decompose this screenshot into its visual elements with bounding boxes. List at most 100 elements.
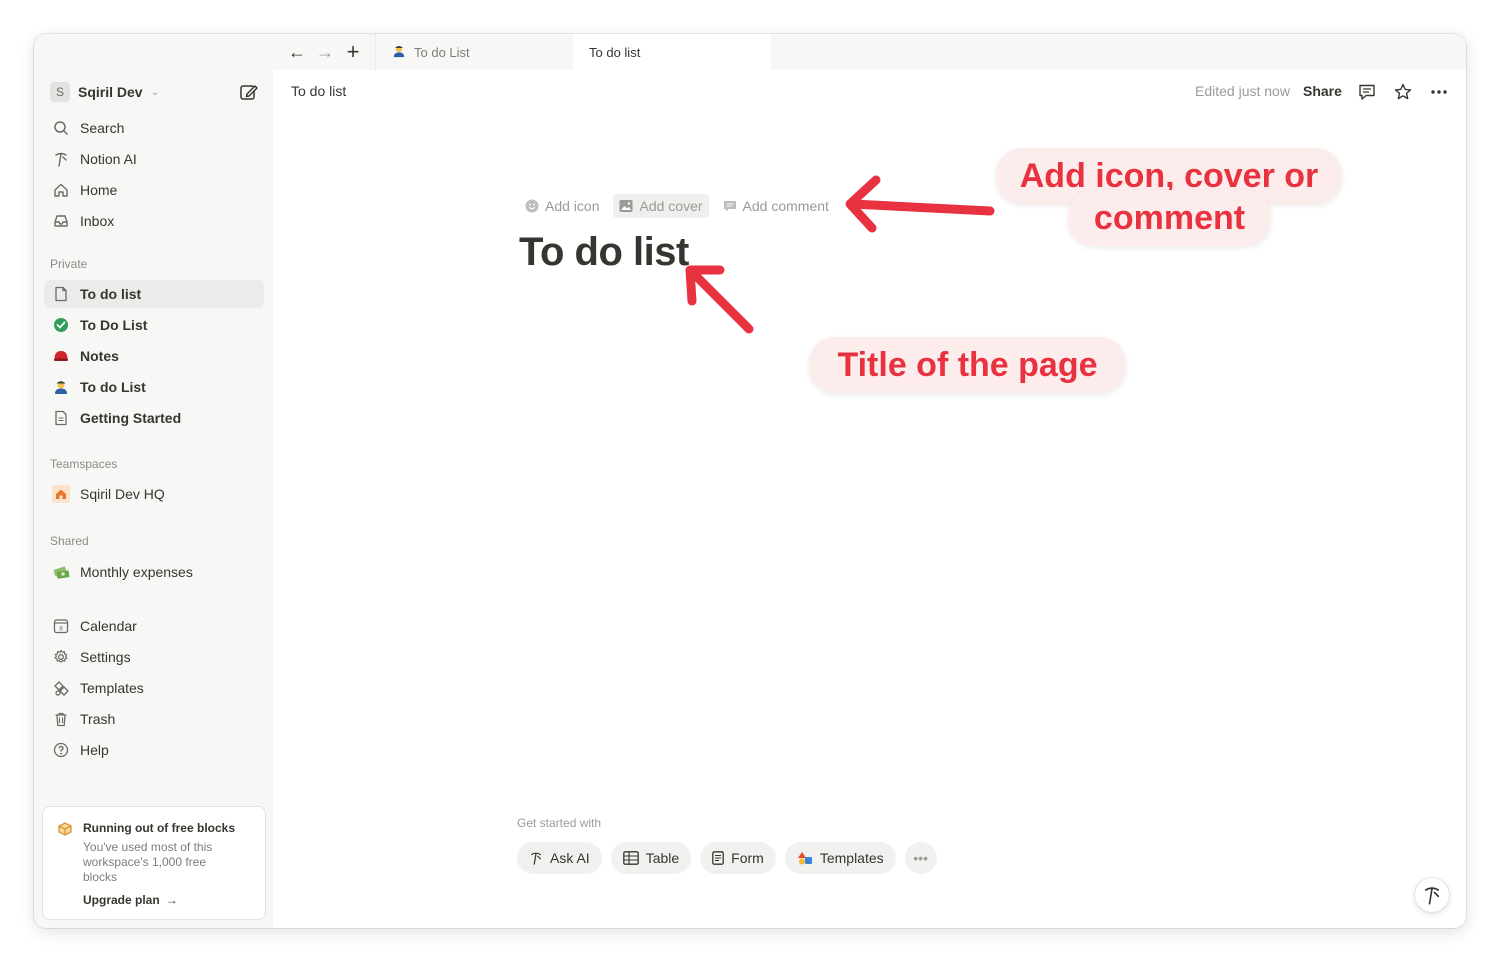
edited-status: Edited just now (1195, 83, 1290, 99)
calendar-icon: 8 (52, 617, 70, 635)
sidebar-item-label: Help (80, 742, 109, 758)
sidebar-item-notion-ai[interactable]: Notion AI (44, 145, 264, 173)
get-started-label: Get started with (517, 816, 602, 830)
ellipsis-icon (1431, 90, 1447, 94)
workspace-switcher[interactable]: S Sqiril Dev ⌄ (50, 81, 159, 103)
table-icon (622, 851, 639, 865)
house-icon (52, 485, 70, 503)
table-label: Table (645, 850, 680, 866)
tab-to-do-list-active[interactable]: To do list (573, 34, 771, 70)
help-icon (52, 741, 70, 759)
tab-bar: ← → + To do List To do list (273, 34, 1466, 70)
sidebar-item-trash[interactable]: Trash (44, 705, 264, 733)
page-title[interactable]: To do list (519, 230, 689, 275)
notion-ai-button[interactable] (1414, 877, 1450, 913)
sidebar-item-templates[interactable]: Templates (44, 674, 264, 702)
add-comment-button[interactable]: Add comment (717, 194, 835, 218)
sidebar-item-label: Notion AI (80, 151, 137, 167)
ask-ai-button[interactable]: Ask AI (517, 842, 602, 874)
sidebar-item-label: To Do List (80, 317, 148, 333)
sidebar-item-sqiril-dev-hq[interactable]: Sqiril Dev HQ (44, 480, 264, 508)
new-tab-button[interactable]: + (343, 39, 363, 64)
sidebar: S Sqiril Dev ⌄ Search Notion AI Home Inb… (34, 34, 273, 928)
sidebar-item-inbox[interactable]: Inbox (44, 207, 264, 235)
add-cover-button[interactable]: Add cover (613, 194, 709, 218)
arrow-right-icon: → (165, 893, 178, 907)
table-button[interactable]: Table (610, 842, 692, 874)
page-actions: Add icon Add cover Add comment (519, 192, 835, 220)
person-emoji-icon (392, 44, 406, 61)
sidebar-item-getting-started[interactable]: Getting Started (44, 404, 264, 432)
sidebar-item-label: Sqiril Dev HQ (80, 486, 165, 502)
sidebar-item-notes[interactable]: Notes (44, 342, 264, 370)
sidebar-item-label: Trash (80, 711, 116, 727)
add-icon-button[interactable]: Add icon (519, 194, 605, 218)
tab-label: To do List (414, 44, 470, 60)
inbox-icon (52, 212, 70, 230)
back-button[interactable]: ← (287, 42, 307, 62)
upgrade-plan-link[interactable]: Upgrade plan → (83, 893, 178, 907)
comments-button[interactable] (1356, 81, 1378, 103)
templates-label: Templates (819, 850, 884, 866)
add-cover-label: Add cover (639, 198, 703, 214)
workspace-avatar: S (50, 82, 70, 102)
sidebar-item-help[interactable]: Help (44, 736, 264, 764)
arrow-left-icon: ← (288, 41, 306, 62)
image-icon (619, 200, 633, 212)
sidebar-item-label: Inbox (80, 213, 115, 229)
tab-label: To do list (589, 44, 641, 60)
templates-button[interactable]: Templates (784, 842, 896, 874)
breadcrumb[interactable]: To do list (291, 83, 346, 99)
sidebar-item-label: To do list (80, 286, 142, 302)
check-circle-icon (52, 316, 70, 334)
get-started-options: Ask AI Table Form Templates ••• (517, 842, 937, 874)
sidebar-item-settings[interactable]: Settings (44, 643, 264, 671)
new-page-button[interactable] (238, 81, 260, 103)
svg-text:8: 8 (59, 626, 63, 633)
notion-ai-icon (531, 852, 541, 865)
more-options-button[interactable] (1428, 81, 1450, 103)
person-emoji-icon (52, 378, 70, 396)
search-icon (52, 119, 70, 137)
star-icon (1394, 83, 1412, 100)
upgrade-card: Running out of free blocks You've used m… (42, 806, 266, 920)
sidebar-item-search[interactable]: Search (44, 114, 264, 142)
tab-to-do-list[interactable]: To do List (375, 34, 573, 70)
plus-icon: + (346, 39, 360, 64)
upgrade-card-body: You've used most of this workspace's 1,0… (83, 840, 213, 884)
notion-ai-icon (1424, 887, 1440, 905)
red-dome-icon (52, 347, 70, 365)
ask-ai-label: Ask AI (550, 850, 590, 866)
page-icon (52, 409, 70, 427)
comment-icon (723, 201, 736, 212)
templates-color-icon (797, 852, 812, 865)
sidebar-item-label: Calendar (80, 618, 137, 634)
chevron-down-icon: ⌄ (150, 86, 159, 98)
arrow-right-icon: → (316, 41, 334, 62)
comment-icon (1359, 84, 1375, 100)
sidebar-item-calendar[interactable]: 8 Calendar (44, 612, 264, 640)
form-icon (712, 851, 725, 865)
section-label-private: Private (50, 257, 88, 271)
sidebar-item-label: Notes (80, 348, 119, 364)
compose-icon (240, 85, 258, 100)
page-icon (52, 285, 70, 303)
ellipsis-icon: ••• (913, 850, 928, 866)
forward-button[interactable]: → (315, 42, 335, 62)
upgrade-plan-label: Upgrade plan (83, 893, 160, 907)
more-options-button[interactable]: ••• (904, 842, 937, 874)
blocks-warning-icon (57, 821, 73, 842)
share-button[interactable]: Share (1303, 83, 1342, 99)
favorite-button[interactable] (1392, 81, 1414, 103)
form-button[interactable]: Form (700, 842, 776, 874)
sidebar-item-to-do-list-2[interactable]: To Do List (44, 311, 264, 339)
templates-icon (52, 679, 70, 697)
callout-add-icon-cover-comment-line2: comment (1068, 190, 1271, 246)
form-label: Form (731, 850, 764, 866)
add-icon-label: Add icon (545, 198, 600, 214)
sidebar-item-monthly-expenses[interactable]: Monthly expenses (44, 558, 264, 586)
sidebar-item-label: Getting Started (80, 410, 182, 426)
sidebar-item-home[interactable]: Home (44, 176, 264, 204)
sidebar-item-to-do-list[interactable]: To do list (44, 280, 264, 308)
sidebar-item-to-do-list-3[interactable]: To do List (44, 373, 264, 401)
